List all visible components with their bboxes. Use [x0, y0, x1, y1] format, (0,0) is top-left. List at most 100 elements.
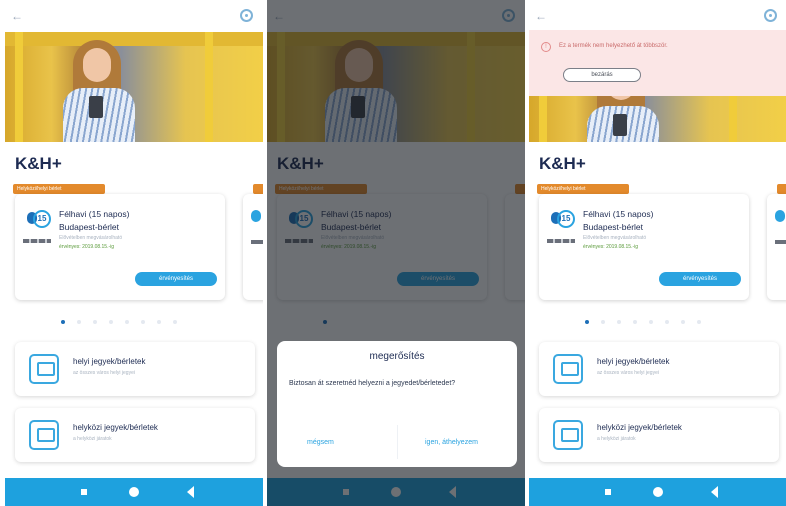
hero-post: [539, 96, 547, 142]
activate-button[interactable]: érvényesítés: [659, 272, 741, 286]
coach-ticket-icon: [29, 420, 59, 450]
ticket-number-icon: 15: [27, 210, 51, 228]
ticket-number-icon: 15: [551, 210, 575, 228]
menu-item-title: helyi jegyek/bérletek: [73, 357, 146, 366]
ticket-title-line1: Félhavi (15 napos): [59, 209, 130, 219]
hero-face: [83, 48, 111, 82]
ticket-validity: érvényes: 2019.08.15.-ig: [583, 244, 639, 250]
dialog-title: megerősítés: [369, 351, 425, 362]
screen-error: ← ! Ez a termék nem helyezhető át többsz…: [529, 0, 786, 506]
ticket-carousel[interactable]: Helyközi/helyi bérlet 15 Félhavi (15 nap…: [529, 184, 786, 304]
ticket-subtitle: Elővételben megvásárolható: [59, 235, 123, 241]
pager-dot[interactable]: [77, 320, 81, 324]
bus-ticket-icon: [553, 354, 583, 384]
carousel-pager: [55, 320, 215, 326]
menu-item-intercity[interactable]: helyközi jegyek/bérletek a helyközi jára…: [15, 408, 255, 462]
home-icon[interactable]: [653, 487, 663, 497]
screen-home: ← K&H+ Helyközi/helyi bérlet 15 Félhavi …: [5, 0, 263, 506]
pager-dot[interactable]: [601, 320, 605, 324]
ticket-carousel[interactable]: Helyközi/helyi bérlet 15 Félhavi (15 nap…: [5, 184, 263, 304]
next-ticket-icon: [251, 210, 261, 222]
menu-item-local[interactable]: helyi jegyek/bérletek az összes város he…: [15, 342, 255, 396]
pager-dot[interactable]: [633, 320, 637, 324]
bus-ticket-icon: [29, 354, 59, 384]
dialog-message: Biztosan át szeretnéd helyezni a jegyede…: [289, 380, 456, 387]
hero-post: [15, 32, 23, 142]
ticket-card[interactable]: 15 Félhavi (15 napos) Budapest-bérlet El…: [15, 194, 225, 300]
hero-image: [529, 96, 786, 142]
pager-dot[interactable]: [681, 320, 685, 324]
ticket-subtitle: Elővételben megvásárolható: [583, 235, 647, 241]
next-card-badge: [253, 184, 263, 194]
carousel-pager: [579, 320, 739, 326]
hero-person: [63, 38, 135, 142]
back-arrow-icon[interactable]: ←: [535, 10, 549, 22]
menu-item-title: helyközi jegyek/bérletek: [73, 423, 158, 432]
pager-dot[interactable]: [141, 320, 145, 324]
menu-item-subtitle: az összes város helyi jegyei: [597, 370, 659, 376]
pager-dot[interactable]: [109, 320, 113, 324]
ticket-card[interactable]: 15 Félhavi (15 napos) Budapest-bérlet El…: [539, 194, 749, 300]
recents-icon[interactable]: [605, 489, 611, 495]
warning-icon: !: [541, 42, 551, 52]
confirm-dialog: megerősítés Biztosan át szeretnéd helyez…: [277, 341, 517, 467]
top-bar: ←: [5, 0, 263, 32]
home-icon[interactable]: [129, 487, 139, 497]
menu-item-intercity[interactable]: helyközi jegyek/bérletek a helyközi jára…: [539, 408, 779, 462]
menu-item-subtitle: az összes város helyi jegyei: [73, 370, 135, 376]
pager-dot[interactable]: [617, 320, 621, 324]
ticket-title-line2: Budapest-bérlet: [59, 222, 120, 232]
menu-item-title: helyi jegyek/bérletek: [597, 357, 670, 366]
pager-dot-active[interactable]: [61, 320, 65, 324]
confirm-button[interactable]: igen, áthelyezem: [425, 439, 478, 446]
ticket-number: 15: [33, 210, 51, 228]
ticket-title-line1: Félhavi (15 napos): [583, 209, 654, 219]
android-nav-bar: [5, 478, 263, 506]
provider-logo-icon: [23, 239, 51, 243]
menu-item-title: helyközi jegyek/bérletek: [597, 423, 682, 432]
ticket-badge: Helyközi/helyi bérlet: [13, 184, 105, 194]
top-bar: ←: [529, 0, 786, 32]
menu-item-subtitle: a helyközi járatok: [597, 436, 636, 442]
activate-button[interactable]: érvényesítés: [135, 272, 217, 286]
ticket-badge: Helyközi/helyi bérlet: [537, 184, 629, 194]
provider-logo-icon: [547, 239, 575, 243]
ticket-title: Félhavi (15 napos) Budapest-bérlet: [583, 208, 723, 234]
ticket-validity: érvényes: 2019.08.15.-ig: [59, 244, 115, 250]
brand-title: K&H+: [15, 154, 62, 173]
dialog-divider: [397, 425, 398, 459]
nav-back-icon[interactable]: [711, 486, 718, 498]
settings-icon[interactable]: [764, 9, 777, 22]
pager-dot-active[interactable]: [585, 320, 589, 324]
pager-dot[interactable]: [697, 320, 701, 324]
screen-confirm: ← K&H+ Helyközi/helyi bérlet 15 Félhavi …: [267, 0, 525, 506]
hero-phone: [613, 114, 627, 136]
pager-dot[interactable]: [173, 320, 177, 324]
pager-dot[interactable]: [125, 320, 129, 324]
nav-back-icon[interactable]: [187, 486, 194, 498]
error-banner: ! Ez a termék nem helyezhető át többször…: [529, 30, 786, 96]
menu-item-local[interactable]: helyi jegyek/bérletek az összes város he…: [539, 342, 779, 396]
coach-ticket-icon: [553, 420, 583, 450]
hero-rail: [5, 32, 263, 46]
recents-icon[interactable]: [81, 489, 87, 495]
pager-dot[interactable]: [93, 320, 97, 324]
close-alert-button[interactable]: bezárás: [563, 68, 641, 82]
menu-item-subtitle: a helyközi járatok: [73, 436, 112, 442]
cancel-button[interactable]: mégsem: [307, 439, 334, 446]
error-message: Ez a termék nem helyezhető át többször.: [559, 43, 668, 49]
ticket-title-line2: Budapest-bérlet: [583, 222, 644, 232]
next-provider-logo-icon: [775, 240, 786, 244]
pager-dot[interactable]: [665, 320, 669, 324]
ticket-number: 15: [557, 210, 575, 228]
pager-dot[interactable]: [157, 320, 161, 324]
hero-image: [5, 32, 263, 142]
pager-dot[interactable]: [649, 320, 653, 324]
next-ticket-icon: [775, 210, 785, 222]
settings-icon[interactable]: [240, 9, 253, 22]
hero-post: [729, 96, 737, 142]
brand-title: K&H+: [539, 154, 586, 173]
next-card-badge: [777, 184, 786, 194]
android-nav-bar: [529, 478, 786, 506]
back-arrow-icon[interactable]: ←: [11, 10, 25, 22]
